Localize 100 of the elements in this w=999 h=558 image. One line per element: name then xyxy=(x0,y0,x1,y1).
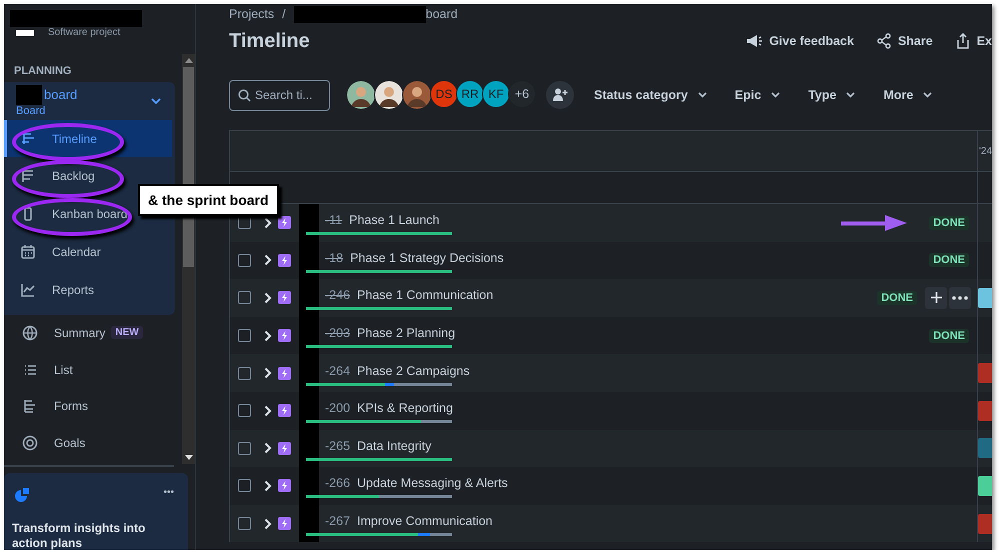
checkbox[interactable] xyxy=(238,479,251,492)
nav-item[interactable]: Reports xyxy=(4,270,94,309)
more-button[interactable] xyxy=(949,286,971,309)
epic-icon xyxy=(278,442,291,455)
checkbox[interactable] xyxy=(238,366,251,380)
search-field[interactable]: Search ti... xyxy=(229,80,330,110)
chart-icon xyxy=(20,282,36,298)
project-logo xyxy=(16,30,34,36)
scroll-down-icon[interactable] xyxy=(184,455,192,460)
checkbox[interactable] xyxy=(238,329,251,342)
nav-item[interactable]: Goals xyxy=(4,424,86,462)
expand-icon[interactable] xyxy=(264,442,272,454)
target-icon xyxy=(22,434,38,451)
timeline-bar[interactable] xyxy=(978,288,992,308)
add-button[interactable] xyxy=(925,286,947,309)
nav-item[interactable]: Timeline xyxy=(4,120,172,158)
issue-title[interactable]: Phase 1 Strategy Decisions xyxy=(350,250,504,265)
timeline-bar[interactable] xyxy=(978,476,992,496)
issue-key[interactable]: -265 xyxy=(325,438,350,453)
chevron-down-icon xyxy=(698,92,707,98)
expand-icon[interactable] xyxy=(264,330,272,342)
issue-title[interactable]: Phase 1 Launch xyxy=(349,213,440,228)
redaction-mark xyxy=(16,84,42,105)
checkbox[interactable] xyxy=(238,517,251,530)
expand-icon[interactable] xyxy=(264,216,272,229)
nav-item[interactable]: Calendar xyxy=(4,233,101,271)
nav-item[interactable]: Kanban board xyxy=(4,195,128,234)
new-badge: NEW xyxy=(111,326,143,340)
action-button[interactable]: Give feedback xyxy=(745,33,854,49)
more-avatars[interactable]: +6 xyxy=(508,80,536,108)
expand-icon[interactable] xyxy=(264,480,272,492)
nav-item[interactable]: List xyxy=(4,351,73,388)
expand-icon[interactable] xyxy=(264,518,272,530)
issue-title[interactable]: Phase 2 Planning xyxy=(357,326,456,340)
epic-icon xyxy=(278,366,291,380)
promo-text: Transform insights into action plans xyxy=(12,521,146,550)
issue-title[interactable]: KPIs & Reporting xyxy=(357,401,453,416)
epic-icon xyxy=(278,291,291,304)
breadcrumb-link[interactable]: Projects xyxy=(229,7,274,21)
project-type: Software project xyxy=(48,27,120,38)
page-title: Timeline xyxy=(229,30,310,52)
calendar-icon xyxy=(20,244,36,260)
issue-title[interactable]: Improve Communication xyxy=(357,514,492,528)
chevron-down-icon xyxy=(846,92,856,98)
expand-icon[interactable] xyxy=(264,254,272,266)
epic-icon xyxy=(278,216,291,230)
issue-key[interactable]: -200 xyxy=(325,401,350,416)
issue-key[interactable]: -266 xyxy=(325,476,350,490)
checkbox[interactable] xyxy=(238,254,251,267)
nav-item[interactable]: Forms xyxy=(4,388,88,425)
expand-icon[interactable] xyxy=(264,292,272,304)
redaction-mark xyxy=(299,204,319,242)
more-button[interactable]: ••• xyxy=(163,487,174,498)
status-lozenge: DONE xyxy=(929,328,969,343)
expand-icon[interactable] xyxy=(264,367,272,380)
filter-dropdown[interactable]: Type xyxy=(808,88,856,102)
share-icon xyxy=(876,33,892,49)
callout-tooltip: & the sprint board xyxy=(138,184,279,216)
action-button[interactable]: Ex xyxy=(954,33,992,49)
chevron-down-icon xyxy=(923,92,932,98)
avatar[interactable]: DS xyxy=(430,80,458,108)
issue-title[interactable]: Phase 2 Campaigns xyxy=(357,364,470,378)
checkbox[interactable] xyxy=(238,291,251,304)
checkbox[interactable] xyxy=(238,442,251,455)
year-label: '24 xyxy=(979,146,992,156)
issue-key[interactable]: -18 xyxy=(325,250,344,265)
breadcrumb-link[interactable]: board xyxy=(426,7,458,21)
issue-title[interactable]: Update Messaging & Alerts xyxy=(357,476,508,490)
epic-icon xyxy=(278,517,291,530)
issue-key[interactable]: -203 xyxy=(325,326,350,340)
issue-title[interactable]: Phase 1 Communication xyxy=(357,288,494,302)
nav-item[interactable]: Backlog xyxy=(4,157,95,196)
status-lozenge: DONE xyxy=(929,253,969,268)
globe-icon xyxy=(22,324,38,341)
status-lozenge: DONE xyxy=(877,290,917,305)
issue-key[interactable]: -246 xyxy=(325,288,350,302)
issue-key[interactable]: -267 xyxy=(325,514,350,528)
more-icon xyxy=(952,296,968,300)
filter-dropdown[interactable]: Status category xyxy=(594,88,707,102)
issue-key[interactable]: -11 xyxy=(325,213,342,228)
epic-icon xyxy=(278,479,291,492)
issue-key[interactable]: -264 xyxy=(325,364,350,378)
board-name[interactable]: board xyxy=(44,87,78,102)
chevron-icon[interactable] xyxy=(151,98,161,104)
expand-icon[interactable] xyxy=(264,404,272,417)
status-lozenge: DONE xyxy=(929,216,969,230)
add-people-button[interactable] xyxy=(546,81,574,109)
filter-dropdown[interactable]: Epic xyxy=(734,88,780,102)
checkbox[interactable] xyxy=(238,404,251,418)
search-icon xyxy=(238,88,251,102)
scroll-up-icon[interactable] xyxy=(184,58,192,63)
filter-dropdown[interactable]: More xyxy=(883,88,932,102)
nav-item[interactable]: Summary NEW xyxy=(4,314,143,352)
avatar[interactable]: RR xyxy=(456,80,484,108)
avatar[interactable]: KF xyxy=(482,80,510,108)
action-button[interactable]: Share xyxy=(876,33,933,49)
issue-title[interactable]: Data Integrity xyxy=(357,438,432,453)
form-icon xyxy=(22,398,38,414)
redaction-mark xyxy=(299,504,319,542)
export-icon xyxy=(954,33,971,49)
